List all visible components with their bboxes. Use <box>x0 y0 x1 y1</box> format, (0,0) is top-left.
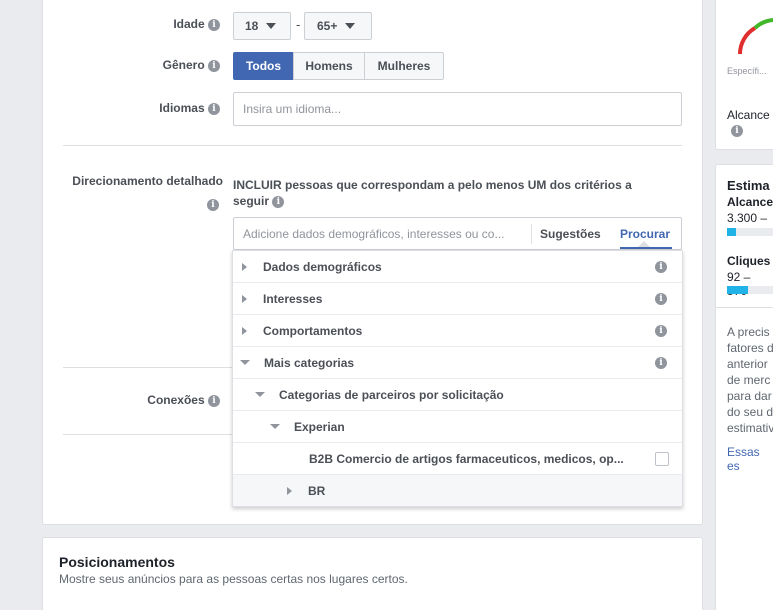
reach-bar <box>727 228 773 236</box>
info-icon[interactable]: i <box>655 260 667 273</box>
description-line: do seu d <box>727 405 773 419</box>
suggestions-button[interactable]: Sugestões <box>540 227 601 241</box>
divider <box>715 307 773 308</box>
clicks-bar <box>727 286 773 294</box>
description-line: de merc <box>727 373 771 387</box>
divider <box>63 145 682 146</box>
detailed-targeting-label: Direcionamento detalhado <box>72 174 223 188</box>
detailed-search-input[interactable]: Adicione dados demográficos, interesses … <box>243 227 526 241</box>
language-input[interactable]: Insira um idioma... <box>233 92 682 126</box>
gender-label: Gênero <box>162 58 205 72</box>
info-icon[interactable]: i <box>731 125 743 137</box>
description-line: fatores d <box>727 341 773 355</box>
gender-label-row: Gênero i <box>100 58 220 72</box>
category-row-b2b[interactable]: B2B Comercio de artigos farmaceuticos, m… <box>233 443 682 475</box>
estimate-description: A precis fatores d anterior de merc para dar… <box>727 324 773 436</box>
reach-value: 3.300 – <box>727 211 768 225</box>
divider <box>63 367 233 368</box>
category-label: Categorias de parceiros por solicitação <box>279 387 504 402</box>
category-label: Comportamentos <box>263 323 363 338</box>
description-line: anterior <box>727 357 768 371</box>
placements-panel: Posicionamentos Mostre seus anúncios par… <box>42 537 703 610</box>
placements-subtitle: Mostre seus anúncios para as pessoas cer… <box>59 572 408 586</box>
detailed-search-box[interactable]: Adicione dados demográficos, interesses … <box>233 217 682 250</box>
category-row-behaviors[interactable]: Comportamentos i <box>233 315 682 347</box>
expand-arrow-icon[interactable] <box>242 294 247 303</box>
collapse-arrow-icon[interactable] <box>270 424 280 429</box>
reach-label: Alcance <box>727 195 773 209</box>
gender-all-button[interactable]: Todos <box>233 52 294 80</box>
gauge-label: Específi... <box>727 66 767 76</box>
category-checkbox[interactable] <box>655 451 669 466</box>
languages-label: Idiomas <box>159 101 205 115</box>
include-text-line2-row: seguir i <box>233 194 285 208</box>
dropdown-pointer <box>638 241 650 247</box>
caret-down-icon <box>345 23 356 29</box>
browse-button[interactable]: Procurar <box>620 227 670 241</box>
age-label: Idade <box>173 17 205 31</box>
info-icon[interactable]: i <box>655 292 667 305</box>
category-label: Experian <box>294 419 345 434</box>
collapse-arrow-icon[interactable] <box>255 392 265 397</box>
description-line: A precis <box>727 325 770 339</box>
gender-women-button[interactable]: Mulheres <box>364 52 444 80</box>
category-label: Interesses <box>263 291 323 306</box>
connections-label: Conexões <box>147 393 205 407</box>
category-row-br[interactable]: BR <box>233 475 682 506</box>
category-row-interests[interactable]: Interesses i <box>233 283 682 315</box>
info-icon[interactable]: i <box>655 324 667 337</box>
category-row-demographics[interactable]: Dados demográficos i <box>233 251 682 283</box>
category-row-partner-categories[interactable]: Categorias de parceiros por solicitação <box>233 379 682 411</box>
caret-down-icon <box>266 23 277 29</box>
age-max-select[interactable]: 65+ <box>304 12 372 40</box>
clicks-bar-fill <box>727 286 748 294</box>
collapse-arrow-icon[interactable] <box>240 360 250 365</box>
divider <box>63 434 233 435</box>
age-separator: - <box>296 17 301 32</box>
expand-arrow-icon[interactable] <box>242 262 247 271</box>
description-line: estimativ <box>727 421 773 435</box>
category-row-more-categories[interactable]: Mais categorias i <box>233 347 682 379</box>
age-min-select[interactable]: 18 <box>233 12 291 40</box>
info-icon[interactable]: i <box>207 199 219 211</box>
info-icon[interactable]: i <box>272 195 285 208</box>
potential-reach-label: Alcance <box>727 108 770 122</box>
expand-arrow-icon[interactable] <box>287 486 292 495</box>
estimate-info-link[interactable]: Essas es <box>727 445 773 473</box>
connections-label-row: Conexões i <box>100 393 220 407</box>
info-icon[interactable]: i <box>208 394 220 407</box>
info-icon[interactable]: i <box>208 102 220 115</box>
info-icon[interactable]: i <box>208 18 220 31</box>
languages-label-row: Idiomas i <box>100 101 220 115</box>
gender-men-button[interactable]: Homens <box>293 52 365 80</box>
placements-title: Posicionamentos <box>59 554 175 570</box>
age-label-row: Idade i <box>100 17 220 31</box>
audience-gauge-icon <box>737 18 773 55</box>
include-text-line1: INCLUIR pessoas que correspondam a pelo … <box>233 178 632 192</box>
divider <box>531 224 532 244</box>
reach-bar-fill <box>727 228 737 236</box>
description-line: para dar <box>727 389 772 403</box>
expand-arrow-icon[interactable] <box>242 326 247 335</box>
browse-dropdown: Dados demográficos i Interesses i Compor… <box>232 250 683 507</box>
category-label: B2B Comercio de artigos farmaceuticos, m… <box>309 451 624 466</box>
browse-active-underline <box>620 247 672 249</box>
category-row-experian[interactable]: Experian <box>233 411 682 443</box>
age-min-value: 18 <box>245 19 259 33</box>
category-label: Mais categorias <box>264 355 355 370</box>
clicks-label: Cliques <box>727 254 771 268</box>
category-label: Dados demográficos <box>263 259 382 274</box>
category-label: BR <box>308 483 326 498</box>
include-text-line2: seguir <box>233 194 270 208</box>
age-max-value: 65+ <box>317 19 338 33</box>
info-icon[interactable]: i <box>655 356 667 369</box>
estimate-title: Estima <box>727 178 770 193</box>
info-icon[interactable]: i <box>208 59 220 72</box>
